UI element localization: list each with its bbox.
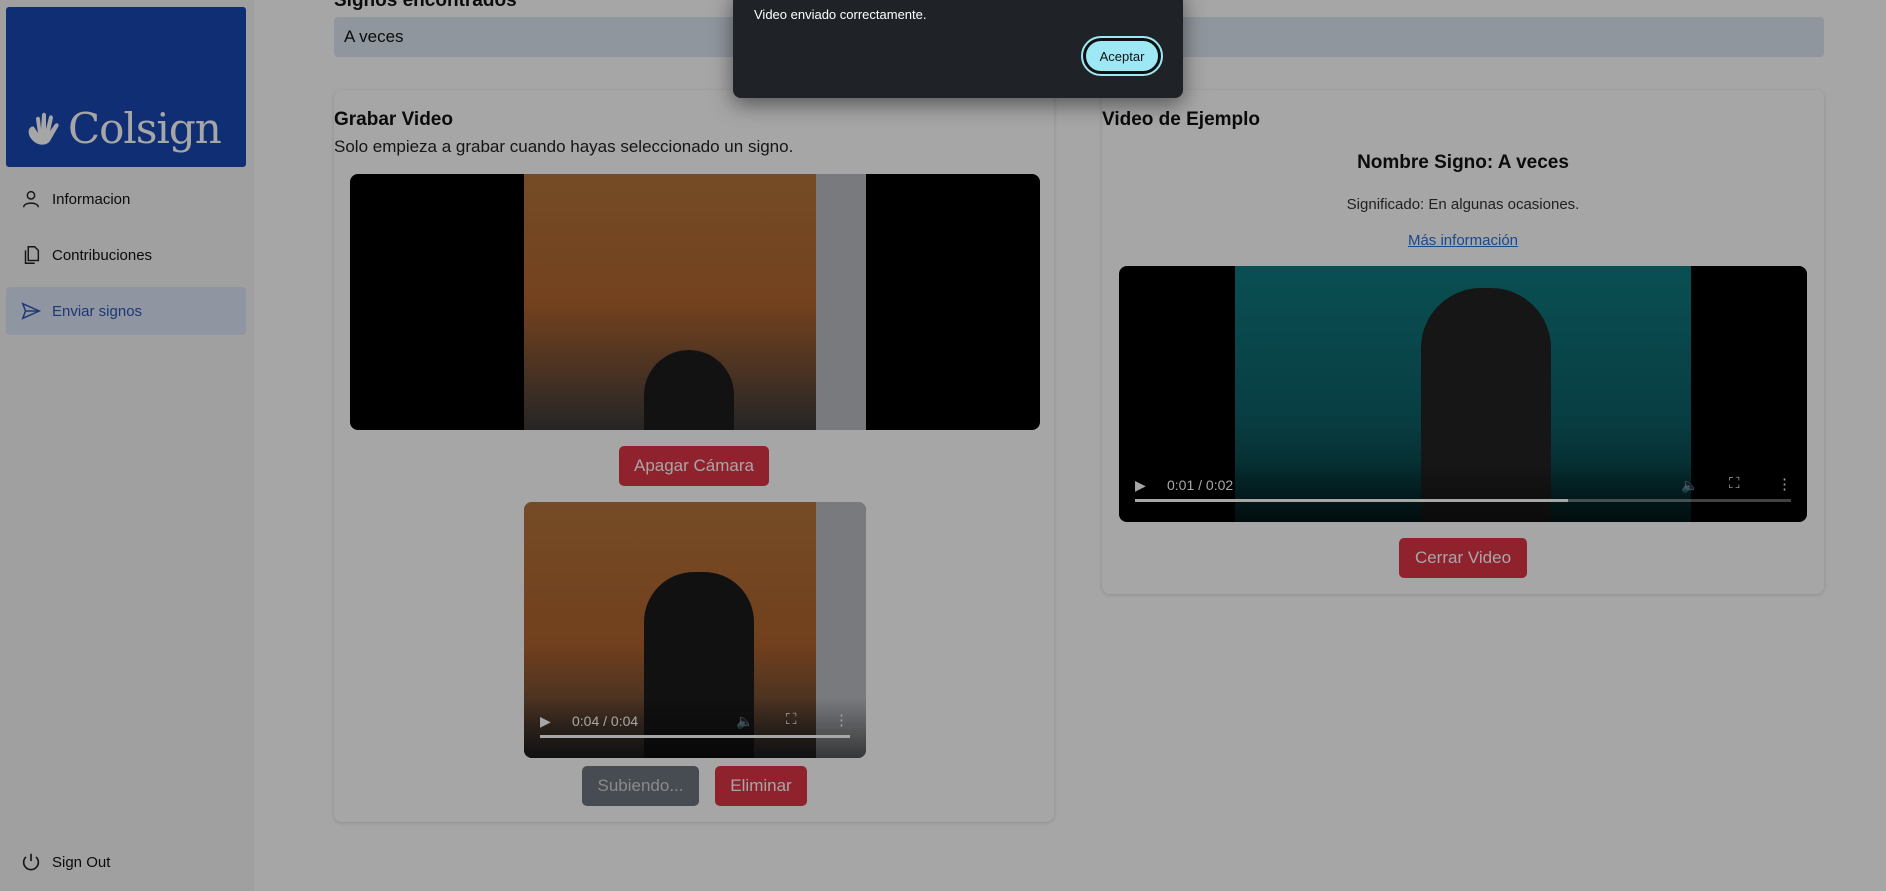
accept-button[interactable]: Aceptar (1081, 36, 1163, 76)
alert-dialog: Video enviado correctamente. Aceptar (733, 0, 1183, 98)
modal-backdrop[interactable] (0, 0, 1886, 891)
dialog-message: Video enviado correctamente. (754, 7, 927, 22)
